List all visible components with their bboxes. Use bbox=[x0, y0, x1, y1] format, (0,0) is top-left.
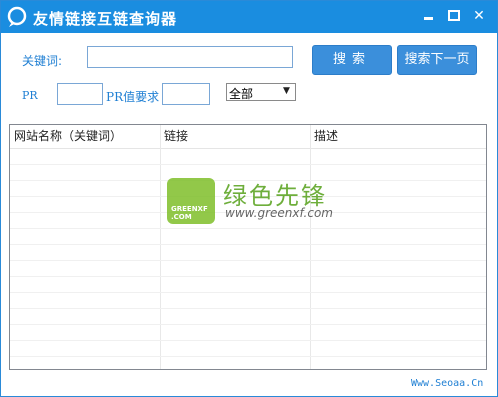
row-line bbox=[10, 340, 486, 341]
column-header-description[interactable]: 描述 bbox=[310, 125, 486, 148]
title-bar[interactable]: 友情链接互链查询器 ✕ bbox=[1, 1, 497, 33]
row-line bbox=[10, 292, 486, 293]
table-header: 网站名称（关键词） 链接 描述 bbox=[10, 125, 486, 149]
watermark: GREENXF .COM 绿色先锋 www.greenxf.com bbox=[167, 178, 337, 228]
category-selected-value: 全部 bbox=[229, 87, 254, 101]
maximize-button[interactable] bbox=[444, 6, 464, 26]
row-line bbox=[10, 228, 486, 229]
results-table[interactable]: 网站名称（关键词） 链接 描述 bbox=[9, 124, 487, 370]
close-icon: ✕ bbox=[473, 8, 485, 24]
column-divider bbox=[310, 125, 311, 369]
pr-requirement-input[interactable] bbox=[162, 83, 210, 105]
footer-site-link[interactable]: Www.Seoaa.Cn bbox=[411, 378, 483, 389]
search-next-page-button[interactable]: 搜索下一页 bbox=[397, 45, 477, 75]
greenxf-logo-icon: GREENXF .COM bbox=[167, 178, 215, 224]
pr-requirement-label: PR值要求 bbox=[106, 90, 160, 104]
row-line bbox=[10, 244, 486, 245]
column-header-site-name[interactable]: 网站名称（关键词） bbox=[10, 125, 160, 148]
column-divider bbox=[160, 125, 161, 369]
window-title: 友情链接互链查询器 bbox=[33, 10, 178, 28]
minimize-icon bbox=[424, 17, 433, 20]
search-button[interactable]: 搜索 bbox=[312, 45, 392, 75]
logo-text-line1: GREENXF bbox=[171, 205, 208, 213]
row-line bbox=[10, 324, 486, 325]
maximize-icon bbox=[448, 10, 460, 21]
keyword-label: 关键词: bbox=[22, 54, 63, 68]
column-header-link[interactable]: 链接 bbox=[160, 125, 310, 148]
app-window: 友情链接互链查询器 ✕ 关键词: 搜索 搜索下一页 PR PR值要求 全部 ▼ … bbox=[0, 0, 498, 397]
chevron-down-icon[interactable]: ▼ bbox=[280, 85, 293, 98]
close-button[interactable]: ✕ bbox=[469, 6, 489, 26]
category-select[interactable]: 全部 ▼ bbox=[226, 83, 296, 101]
watermark-url: www.greenxf.com bbox=[225, 206, 333, 220]
row-line bbox=[10, 164, 486, 165]
minimize-button[interactable] bbox=[419, 6, 439, 26]
keyword-input[interactable] bbox=[87, 46, 293, 68]
row-line bbox=[10, 308, 486, 309]
logo-text-line2: .COM bbox=[171, 213, 192, 221]
row-line bbox=[10, 356, 486, 357]
row-line bbox=[10, 260, 486, 261]
row-line bbox=[10, 276, 486, 277]
chat-bubble-icon bbox=[7, 6, 27, 27]
pr-input[interactable] bbox=[57, 83, 103, 105]
pr-label: PR bbox=[22, 89, 38, 102]
